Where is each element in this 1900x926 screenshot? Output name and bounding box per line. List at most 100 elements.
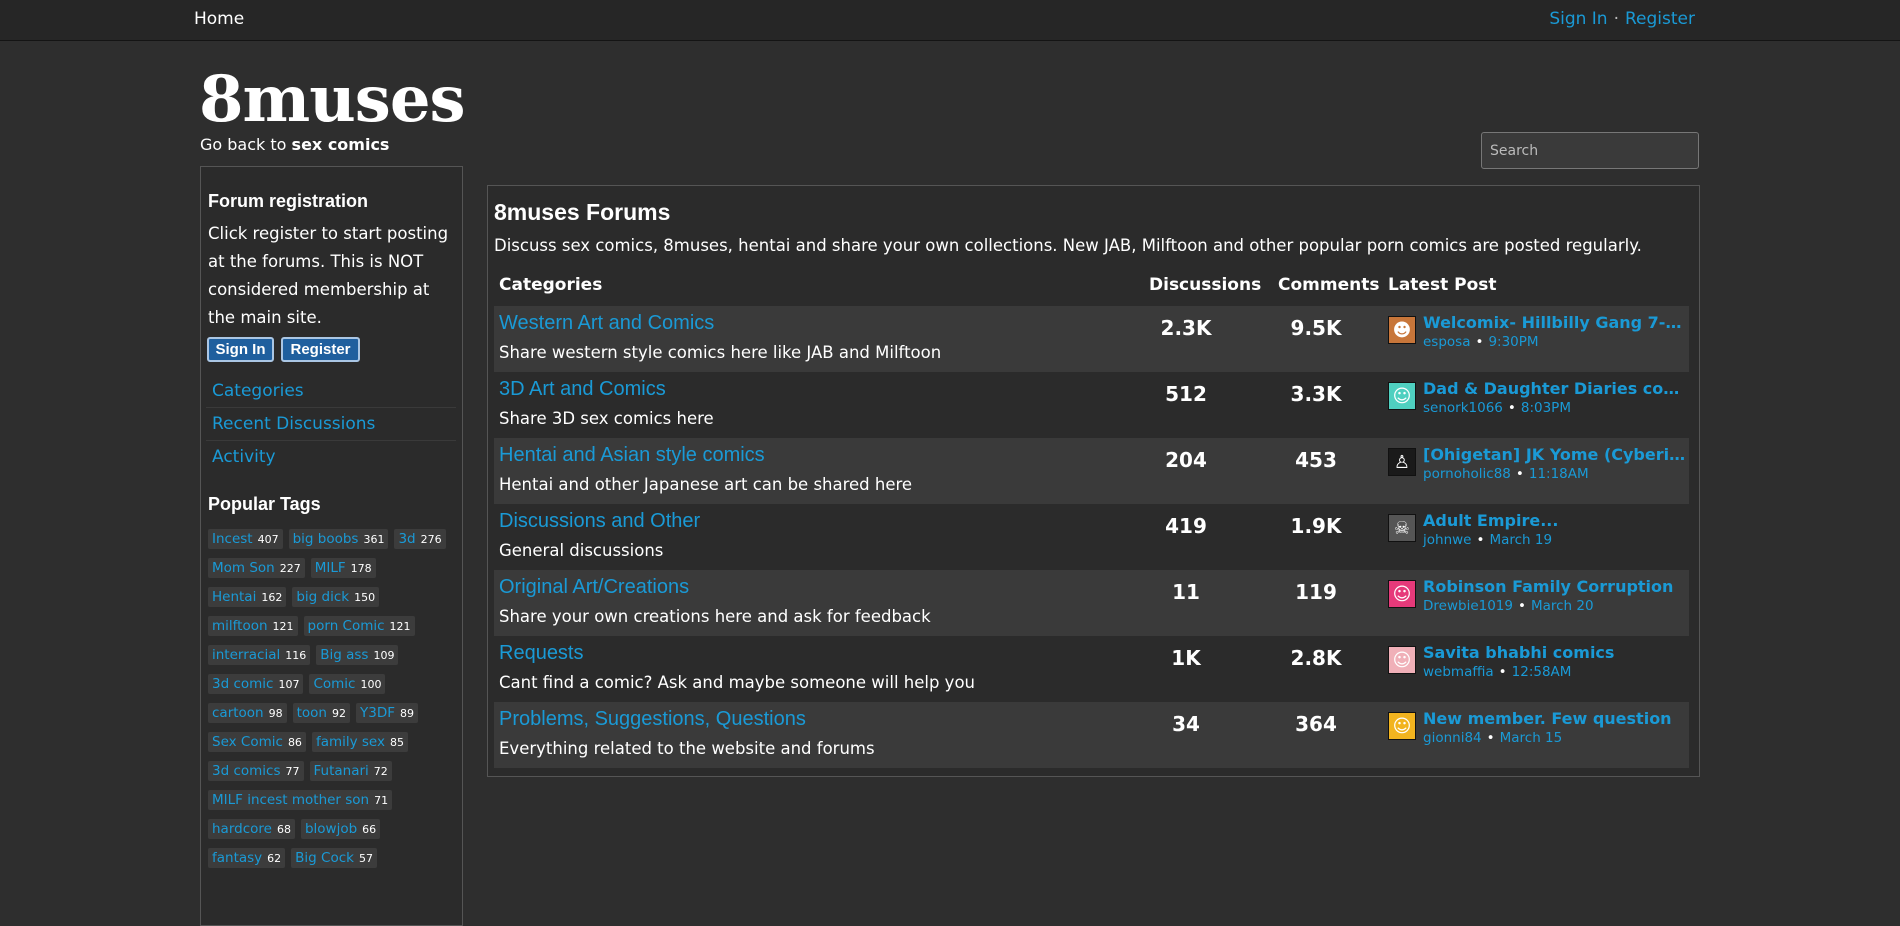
comments-count: 3.3K xyxy=(1290,382,1342,406)
tag-count: 361 xyxy=(363,533,385,546)
tag-item[interactable]: 3d 276 xyxy=(394,529,446,549)
smiley-icon[interactable]: ☺ xyxy=(1388,646,1416,674)
tag-item[interactable]: hardcore 68 xyxy=(208,819,295,839)
latest-post-time[interactable]: 12:58AM xyxy=(1512,664,1572,680)
tag-item[interactable]: Comic 100 xyxy=(309,674,386,694)
avatar-glyph: ☺ xyxy=(1392,715,1412,737)
avatar-glyph: ☺ xyxy=(1392,583,1412,605)
tag-item[interactable]: Big ass 109 xyxy=(316,645,399,665)
comments-count: 364 xyxy=(1295,712,1337,736)
tag-item[interactable]: interracial 116 xyxy=(208,645,311,665)
comments-count: 9.5K xyxy=(1290,316,1342,340)
tag-name: big dick xyxy=(296,589,350,605)
category-title-link[interactable]: Requests xyxy=(499,642,584,665)
sidebar-item-categories[interactable]: Categories xyxy=(206,375,456,407)
tag-count: 107 xyxy=(278,678,300,691)
latest-post-meta: senork1066 • 8:03PM xyxy=(1423,400,1571,416)
tag-count: 276 xyxy=(420,533,442,546)
tag-item[interactable]: Hentai 162 xyxy=(208,587,287,607)
latest-post-user[interactable]: webmaffia xyxy=(1423,664,1494,680)
latest-post-link[interactable]: Welcomix- Hillbilly Gang 7- Milk Maid Mi… xyxy=(1423,313,1687,332)
discussions-count: 512 xyxy=(1165,382,1207,406)
latest-post-link[interactable]: Robinson Family Corruption xyxy=(1423,577,1687,596)
latest-post-user[interactable]: senork1066 xyxy=(1423,400,1503,416)
avatar-glyph: ☺ xyxy=(1392,385,1412,407)
latest-post-link[interactable]: Adult Empire... xyxy=(1423,511,1687,530)
tag-item[interactable]: family sex 85 xyxy=(311,732,408,752)
tag-item[interactable]: toon 92 xyxy=(292,703,350,723)
figure-icon[interactable]: ♙ xyxy=(1388,448,1416,476)
sex-comics-link[interactable]: sex comics xyxy=(292,135,390,154)
latest-post-time[interactable]: March 15 xyxy=(1500,730,1563,746)
tag-item[interactable]: fantasy 62 xyxy=(208,848,286,868)
tag-count: 162 xyxy=(261,591,283,604)
tag-item[interactable]: Futanari 72 xyxy=(309,761,392,781)
smiley-icon[interactable]: ☺ xyxy=(1388,580,1416,608)
tag-count: 407 xyxy=(257,533,279,546)
tag-item[interactable]: MILF 178 xyxy=(310,558,376,578)
latest-post-time[interactable]: 8:03PM xyxy=(1521,400,1571,416)
tag-item[interactable]: porn Comic 121 xyxy=(303,616,415,636)
tag-item[interactable]: Sex Comic 86 xyxy=(208,732,306,752)
tag-item[interactable]: Y3DF 89 xyxy=(356,703,418,723)
tag-name: MILF incest mother son xyxy=(212,792,370,808)
tag-count: 57 xyxy=(358,852,373,865)
latest-post-time[interactable]: March 19 xyxy=(1489,532,1552,548)
tag-item[interactable]: 3d comics 77 xyxy=(208,761,304,781)
latest-post-meta: webmaffia • 12:58AM xyxy=(1423,664,1571,680)
site-logo[interactable]: 8muses xyxy=(199,60,466,140)
meta-separator: • xyxy=(1498,664,1507,680)
header-categories: Categories xyxy=(499,275,603,295)
tag-item[interactable]: Incest 407 xyxy=(208,529,283,549)
portrait-icon[interactable]: ☻ xyxy=(1388,316,1416,344)
tag-item[interactable]: big boobs 361 xyxy=(288,529,389,549)
tag-count: 121 xyxy=(272,620,294,633)
sign-in-button[interactable]: Sign In xyxy=(207,337,274,362)
tag-item[interactable]: big dick 150 xyxy=(292,587,380,607)
tag-name: Mom Son xyxy=(212,560,275,576)
category-title-link[interactable]: Western Art and Comics xyxy=(499,312,714,335)
latest-post-user[interactable]: pornoholic88 xyxy=(1423,466,1511,482)
latest-post-time[interactable]: 9:30PM xyxy=(1488,334,1538,350)
tag-item[interactable]: MILF incest mother son 71 xyxy=(208,790,393,810)
tag-item[interactable]: blowjob 66 xyxy=(300,819,381,839)
latest-post-link[interactable]: [Ohigetan] JK Yome (Cyberia Maniacs) xyxy=(1423,445,1687,464)
latest-post-link[interactable]: Dad & Daughter Diaries comics xyxy=(1423,379,1687,398)
search-input[interactable] xyxy=(1481,132,1699,169)
category-rows: Western Art and Comics Share western styl… xyxy=(494,306,1689,768)
sidebar-item-activity[interactable]: Activity xyxy=(206,440,456,473)
signin-link[interactable]: Sign In xyxy=(1549,9,1607,29)
category-title-link[interactable]: Hentai and Asian style comics xyxy=(499,444,765,467)
home-link[interactable]: Home xyxy=(194,9,244,29)
smiley-icon[interactable]: ☺ xyxy=(1388,712,1416,740)
category-title-link[interactable]: Problems, Suggestions, Questions xyxy=(499,708,806,731)
skull-icon[interactable]: ☠ xyxy=(1388,514,1416,542)
forum-description: Discuss sex comics, 8muses, hentai and s… xyxy=(494,236,1642,255)
tag-count: 62 xyxy=(267,852,282,865)
meta-separator: • xyxy=(1486,730,1495,746)
register-button[interactable]: Register xyxy=(281,337,360,362)
latest-post-time[interactable]: 11:18AM xyxy=(1529,466,1589,482)
latest-post-link[interactable]: Savita bhabhi comics xyxy=(1423,643,1687,662)
category-title-link[interactable]: Discussions and Other xyxy=(499,510,700,533)
tag-count: 77 xyxy=(285,765,300,778)
sidebar-item-recent-discussions[interactable]: Recent Discussions xyxy=(206,407,456,440)
latest-post-user[interactable]: esposa xyxy=(1423,334,1470,350)
tag-item[interactable]: milftoon 121 xyxy=(208,616,298,636)
tag-count: 116 xyxy=(285,649,307,662)
tag-item[interactable]: cartoon 98 xyxy=(208,703,287,723)
tag-item[interactable]: Mom Son 227 xyxy=(208,558,305,578)
register-link[interactable]: Register xyxy=(1625,9,1695,29)
tag-count: 227 xyxy=(279,562,301,575)
latest-post-link[interactable]: New member. Few question xyxy=(1423,709,1687,728)
go-back-text: Go back to xyxy=(200,135,287,154)
latest-post-user[interactable]: gionni84 xyxy=(1423,730,1482,746)
category-title-link[interactable]: Original Art/Creations xyxy=(499,576,689,599)
tag-item[interactable]: Big Cock 57 xyxy=(291,848,377,868)
latest-post-user[interactable]: Drewbie1019 xyxy=(1423,598,1513,614)
smiley-icon[interactable]: ☺ xyxy=(1388,382,1416,410)
category-title-link[interactable]: 3D Art and Comics xyxy=(499,378,666,401)
latest-post-user[interactable]: johnwe xyxy=(1423,532,1471,548)
latest-post-time[interactable]: March 20 xyxy=(1531,598,1594,614)
tag-item[interactable]: 3d comic 107 xyxy=(208,674,304,694)
